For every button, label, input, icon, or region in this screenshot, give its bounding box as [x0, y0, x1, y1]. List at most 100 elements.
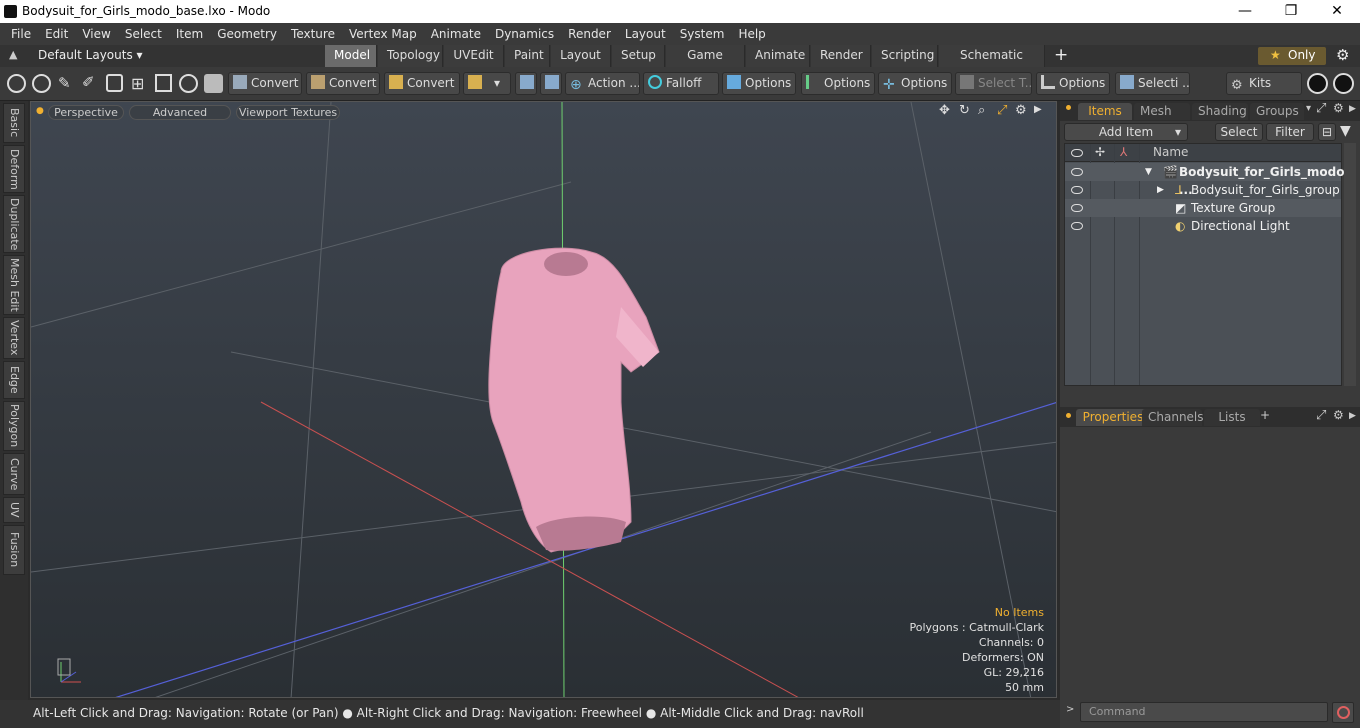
- workplane-button[interactable]: [540, 72, 562, 95]
- polygons-icon[interactable]: ⊞: [131, 74, 144, 93]
- tab-paint[interactable]: Paint: [505, 45, 550, 67]
- unity-icon[interactable]: [1307, 73, 1328, 94]
- action-center-button[interactable]: ⊕ Action ...: [565, 72, 640, 95]
- lock-icon[interactable]: ✢: [1095, 145, 1105, 159]
- command-input[interactable]: Command: [1080, 702, 1328, 722]
- tab-items[interactable]: Items: [1078, 103, 1132, 120]
- move-icon[interactable]: ✥: [939, 103, 950, 118]
- funnel-icon[interactable]: ▼: [1340, 123, 1351, 139]
- layouts-dropdown[interactable]: Default Layouts ▾: [38, 48, 143, 62]
- unreal-icon[interactable]: [1333, 73, 1354, 94]
- zoom-icon[interactable]: ⌕: [978, 103, 985, 118]
- menu-layout[interactable]: Layout: [618, 23, 673, 45]
- tab-channels[interactable]: Channels: [1142, 409, 1204, 426]
- menu-render[interactable]: Render: [561, 23, 618, 45]
- tab-properties[interactable]: Properties: [1076, 409, 1150, 426]
- add-item-dropdown[interactable]: Add Item ▾: [1064, 123, 1188, 141]
- menu-texture[interactable]: Texture: [284, 23, 342, 45]
- tab-setup[interactable]: Setup: [612, 45, 665, 67]
- tab-uvedit[interactable]: UVEdit: [444, 45, 504, 67]
- panel-menu-icon[interactable]: [1066, 105, 1071, 110]
- visibility-icon[interactable]: [1071, 204, 1083, 212]
- filter-button[interactable]: Filter: [1266, 123, 1314, 141]
- options-button-2[interactable]: Options: [801, 72, 875, 95]
- convert-button-2[interactable]: Convert: [306, 72, 380, 95]
- bodysuit-model[interactable]: [488, 247, 660, 553]
- tab-groups[interactable]: Groups: [1250, 103, 1304, 120]
- expand-icon[interactable]: ⤢: [1316, 408, 1326, 423]
- selection-button[interactable]: Selecti ...: [1115, 72, 1190, 95]
- menu-help[interactable]: Help: [731, 23, 772, 45]
- tab-mesh-edit[interactable]: Mesh Edit: [3, 255, 25, 315]
- chevron-right-icon[interactable]: ▶: [1034, 104, 1042, 115]
- menu-vertex-map[interactable]: Vertex Map: [342, 23, 424, 45]
- convert-button-1[interactable]: Convert: [228, 72, 302, 95]
- menu-file[interactable]: File: [4, 23, 38, 45]
- materials-icon[interactable]: [179, 74, 198, 93]
- tab-animate[interactable]: Animate: [746, 45, 810, 67]
- gear-icon[interactable]: ⚙: [1333, 101, 1344, 115]
- symmetry-button[interactable]: [515, 72, 537, 95]
- chevron-right-icon[interactable]: ▶: [1349, 411, 1356, 421]
- gear-icon[interactable]: ⚙: [1333, 408, 1344, 422]
- brush-icon[interactable]: ✐: [82, 73, 95, 91]
- collapse-arrow-icon[interactable]: ▲: [9, 48, 17, 61]
- maximize-button[interactable]: ❐: [1268, 0, 1314, 23]
- collapse-icon[interactable]: ⊟: [1318, 123, 1336, 141]
- tab-shading[interactable]: Shading: [1192, 103, 1248, 120]
- menu-view[interactable]: View: [75, 23, 117, 45]
- record-button[interactable]: [1332, 702, 1354, 723]
- command-arrow-icon[interactable]: >: [1066, 704, 1074, 715]
- panel-menu-icon[interactable]: [1066, 413, 1071, 418]
- tab-game-tools[interactable]: Game Tools: [666, 45, 745, 83]
- item-list-scrollbar[interactable]: [1344, 143, 1356, 386]
- tab-render[interactable]: Render: [811, 45, 871, 67]
- rotate-icon[interactable]: ↻: [959, 103, 970, 118]
- expand-icon[interactable]: ⤢: [1316, 101, 1326, 116]
- tab-polygon[interactable]: Polygon: [3, 401, 25, 451]
- falloff-button[interactable]: Falloff: [643, 72, 719, 95]
- tab-mesh[interactable]: Mesh ...: [1134, 103, 1190, 134]
- visibility-icon[interactable]: [1071, 149, 1083, 157]
- menu-system[interactable]: System: [673, 23, 732, 45]
- viewport-menu-icon[interactable]: ●: [36, 106, 44, 116]
- convert-button-3[interactable]: Convert: [384, 72, 460, 95]
- menu-animate[interactable]: Animate: [424, 23, 488, 45]
- name-column-header[interactable]: Name: [1153, 145, 1188, 159]
- 3d-viewport[interactable]: ● Perspective Advanced Viewport Textures…: [30, 101, 1057, 698]
- options-button-4[interactable]: Options: [1036, 72, 1110, 95]
- expand-arrow-icon[interactable]: ▶: [1157, 181, 1164, 199]
- tab-topology[interactable]: Topology: [378, 45, 443, 67]
- maximize-icon[interactable]: ⤢: [997, 103, 1007, 118]
- select-vertices-icon[interactable]: [7, 74, 26, 93]
- chevron-right-icon[interactable]: ▶: [1349, 104, 1356, 114]
- snapping-dropdown[interactable]: ▾: [463, 72, 511, 95]
- tab-vertex[interactable]: Vertex: [3, 317, 25, 359]
- edges-icon[interactable]: [106, 74, 123, 92]
- tab-deform[interactable]: Deform: [3, 145, 25, 193]
- item-mode-icon[interactable]: [155, 74, 172, 92]
- only-toggle[interactable]: ★ Only: [1258, 47, 1326, 65]
- gear-icon[interactable]: ⚙: [1015, 103, 1027, 118]
- visibility-icon[interactable]: [1071, 186, 1083, 194]
- menu-geometry[interactable]: Geometry: [210, 23, 284, 45]
- close-button[interactable]: ✕: [1314, 0, 1360, 23]
- tab-schematic-fusion[interactable]: Schematic Fusion: [939, 45, 1045, 83]
- add-tab-button[interactable]: +: [1054, 45, 1068, 65]
- axis-icon[interactable]: ⅄: [1120, 145, 1127, 159]
- menu-edit[interactable]: Edit: [38, 23, 75, 45]
- tab-curve[interactable]: Curve: [3, 453, 25, 495]
- kits-button[interactable]: ⚙ Kits: [1226, 72, 1302, 95]
- advanced-button[interactable]: Advanced: [129, 105, 231, 120]
- tab-lists[interactable]: Lists: [1204, 409, 1260, 426]
- visibility-icon[interactable]: [1071, 168, 1083, 176]
- options-button-1[interactable]: Options: [722, 72, 796, 95]
- visibility-icon[interactable]: [1071, 222, 1083, 230]
- options-button-3[interactable]: ✛ Options: [878, 72, 952, 95]
- viewport-textures-button[interactable]: Viewport Textures: [236, 105, 340, 120]
- list-item[interactable]: ▼ 🎬 Bodysuit_for_Girls_modo ...: [1065, 163, 1344, 197]
- cube-icon[interactable]: [204, 74, 223, 93]
- list-item[interactable]: ◐ Directional Light: [1065, 217, 1341, 235]
- select-button[interactable]: Select: [1215, 123, 1263, 141]
- tab-layout[interactable]: Layout: [551, 45, 611, 67]
